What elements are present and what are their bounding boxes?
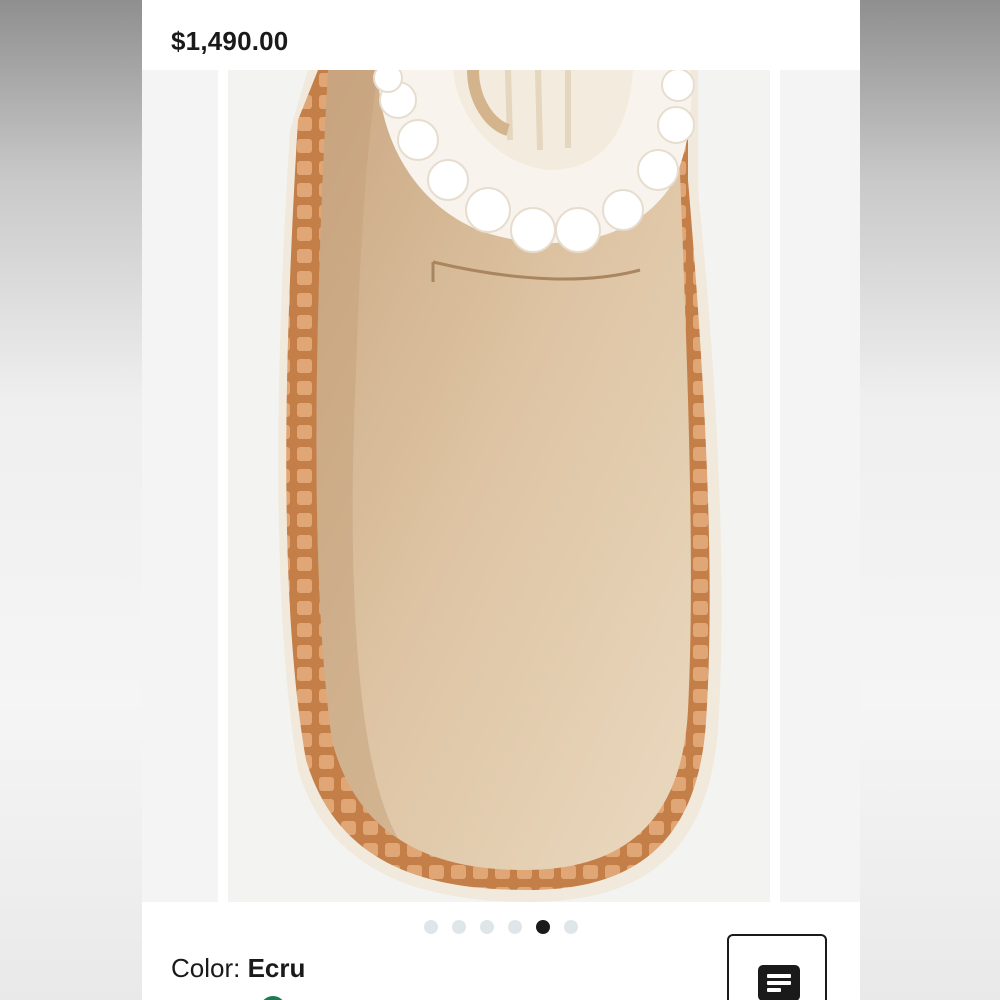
product-image[interactable]	[228, 70, 770, 902]
product-details-button[interactable]	[727, 934, 827, 1000]
image-carousel[interactable]	[142, 70, 860, 902]
right-backdrop	[860, 0, 1000, 1000]
carousel-dot[interactable]	[424, 920, 438, 934]
previous-slide-peek[interactable]	[142, 70, 218, 902]
carousel-dot-active[interactable]	[536, 920, 550, 934]
next-slide-peek[interactable]	[780, 70, 860, 902]
carousel-dot[interactable]	[452, 920, 466, 934]
carousel-dot[interactable]	[480, 920, 494, 934]
left-backdrop	[0, 0, 142, 1000]
color-value: Ecru	[247, 953, 306, 983]
carousel-dot[interactable]	[508, 920, 522, 934]
color-label: Color:	[171, 953, 241, 983]
carousel-pagination	[142, 920, 860, 934]
product-price: $1,490.00	[171, 26, 289, 56]
product-page: $1,490.00 Color: Ecru	[142, 0, 860, 1000]
color-swatch[interactable]	[260, 996, 286, 1000]
boot-illustration	[278, 70, 722, 902]
color-selection: Color: Ecru	[171, 953, 305, 984]
document-lines-icon	[758, 965, 800, 1000]
carousel-dot[interactable]	[564, 920, 578, 934]
